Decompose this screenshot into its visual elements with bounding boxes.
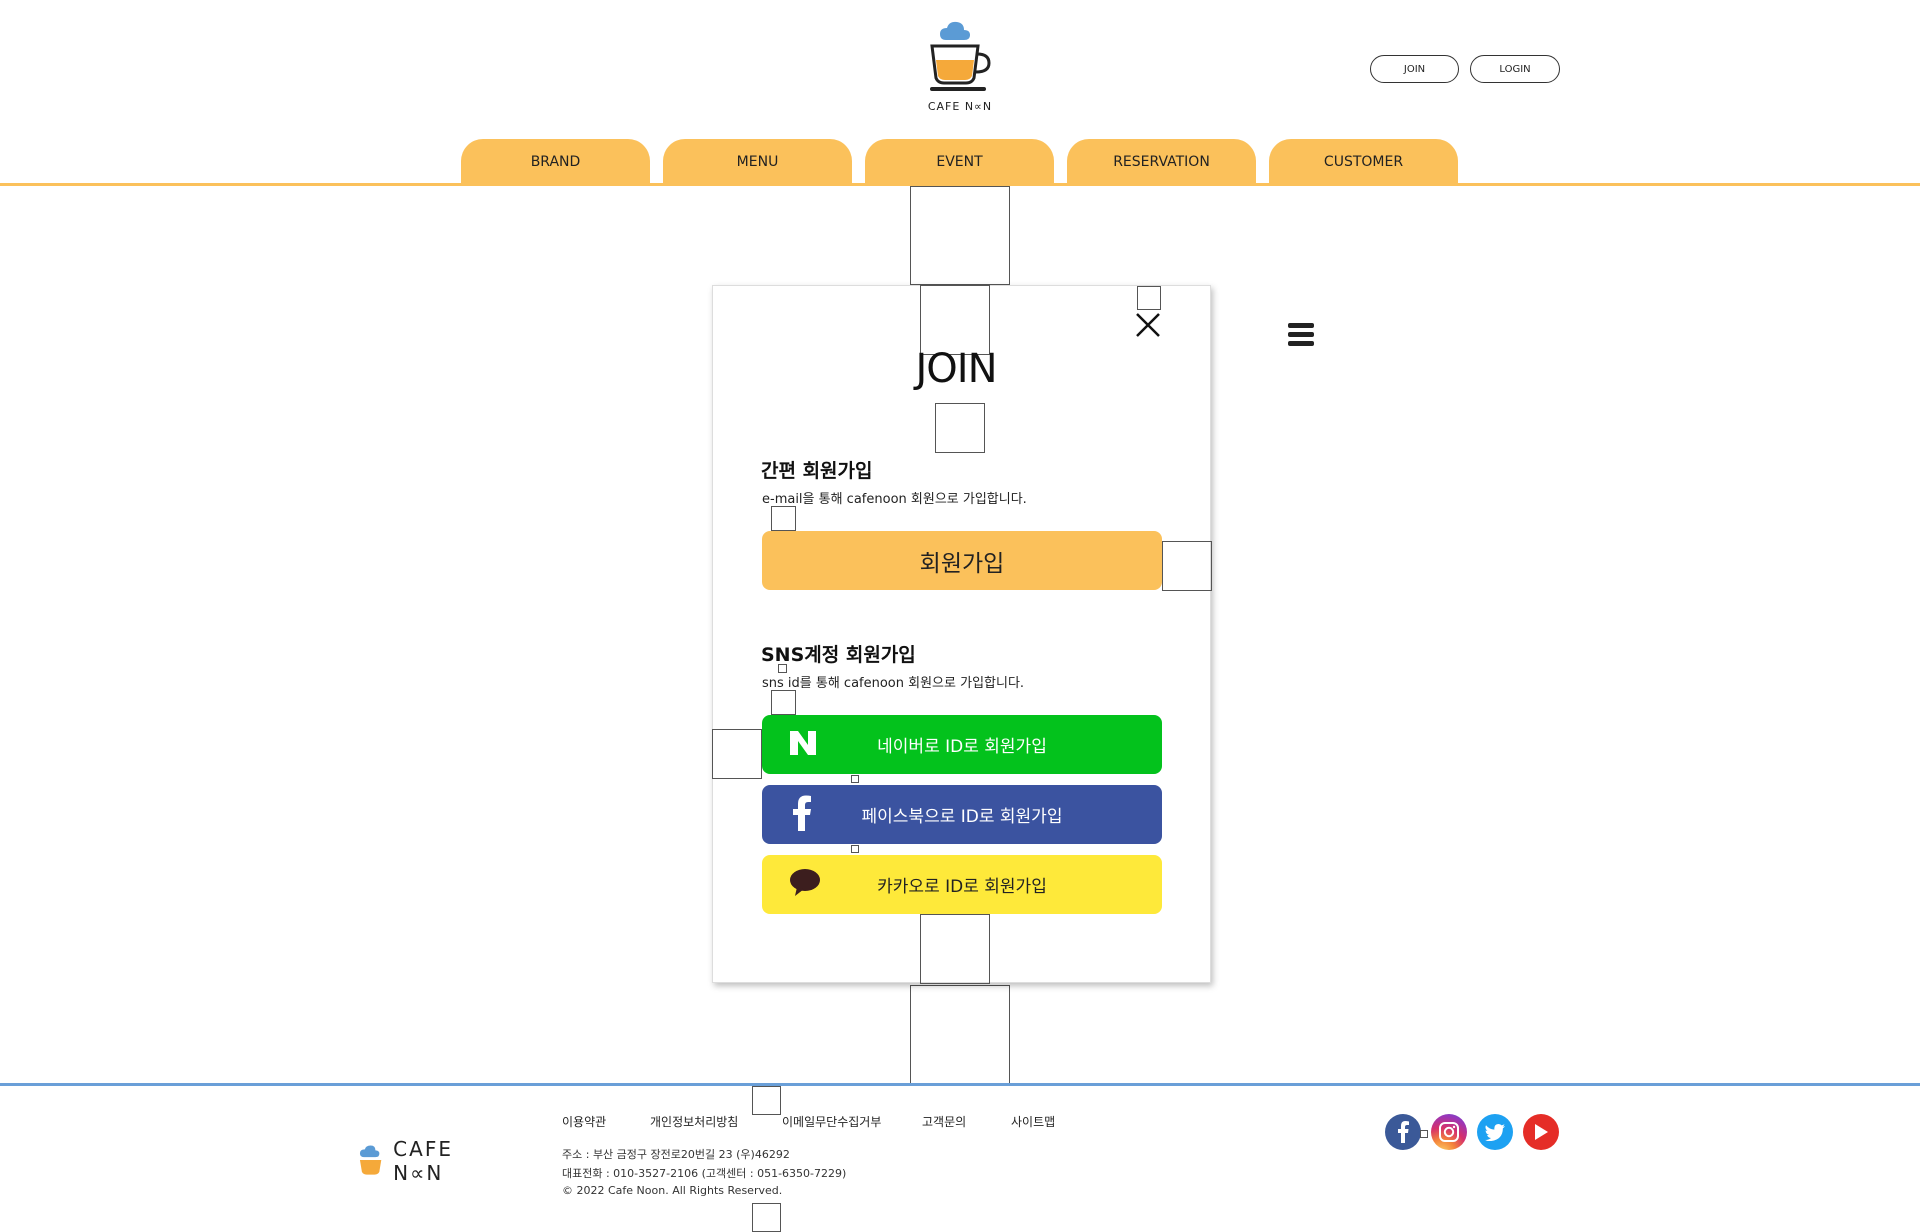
footer-logo[interactable]: CAFE N∝N: [358, 1137, 508, 1185]
join-button[interactable]: JOIN: [1370, 55, 1459, 83]
empty-placeholder-box: [1420, 1130, 1428, 1138]
simple-join-title: 간편 회원가입: [761, 460, 873, 482]
kakao-join-label: 카카오로 ID로 회원가입: [877, 877, 1047, 897]
empty-placeholder-box: [920, 914, 990, 984]
coffee-cup-cloud-icon: [930, 21, 991, 91]
site-logo[interactable]: CAFE N∝N: [920, 20, 1000, 120]
empty-placeholder-box: [910, 985, 1010, 1084]
youtube-icon[interactable]: [1523, 1114, 1559, 1150]
empty-placeholder-box: [851, 775, 859, 783]
empty-placeholder-box: [712, 729, 762, 779]
empty-placeholder-box: [771, 506, 796, 531]
email-join-label: 회원가입: [919, 550, 1005, 577]
footer-link-email-refuse[interactable]: 이메일무단수집거부: [782, 1113, 881, 1130]
nav-tab-event[interactable]: EVENT: [865, 139, 1054, 184]
empty-placeholder-box: [752, 1086, 781, 1115]
sns-join-desc: sns id를 통해 cafenoon 회원으로 가입합니다.: [762, 676, 1025, 691]
simple-join-desc: e-mail을 통해 cafenoon 회원으로 가입합니다.: [762, 492, 1027, 507]
logo-text: CAFE N∝N: [927, 100, 993, 113]
facebook-join-button[interactable]: 페이스북으로 ID로 회원가입: [762, 785, 1162, 844]
nav-tab-menu[interactable]: MENU: [663, 139, 852, 184]
login-button[interactable]: LOGIN: [1470, 55, 1560, 83]
empty-placeholder-box: [935, 403, 985, 453]
footer-divider: [0, 1083, 1920, 1086]
facebook-icon[interactable]: [1385, 1114, 1421, 1150]
modal-title: JOIN: [915, 346, 998, 392]
email-join-button[interactable]: 회원가입: [762, 531, 1162, 590]
footer-copyright: © 2022 Cafe Noon. All Rights Reserved.: [562, 1184, 783, 1197]
nav-tab-customer[interactable]: CUSTOMER: [1269, 139, 1458, 184]
facebook-join-label: 페이스북으로 ID로 회원가입: [861, 807, 1063, 827]
empty-placeholder-box: [920, 285, 990, 355]
hamburger-menu-icon[interactable]: [1288, 322, 1314, 348]
empty-placeholder-box: [851, 845, 859, 853]
footer-logo-text: CAFE N∝N: [393, 1137, 453, 1185]
sns-join-title: SNS계정 회원가입: [761, 644, 916, 666]
cup-cloud-icon: [359, 1145, 382, 1175]
empty-placeholder-box: [771, 690, 796, 715]
instagram-icon[interactable]: [1431, 1114, 1467, 1150]
nav-tab-reservation[interactable]: RESERVATION: [1067, 139, 1256, 184]
footer-phone: 대표전화 : 010-3527-2106 (고객센터 : 051-6350-72…: [562, 1167, 847, 1180]
footer-link-inquiry[interactable]: 고객문의: [922, 1113, 966, 1130]
empty-placeholder-box: [1137, 286, 1161, 310]
empty-placeholder-box: [1162, 541, 1212, 591]
empty-placeholder-box: [910, 186, 1010, 285]
footer-link-sitemap[interactable]: 사이트맵: [1011, 1113, 1055, 1130]
footer-address: 주소 : 부산 금정구 장전로20번길 23 (우)46292: [562, 1148, 790, 1161]
nav-tab-brand[interactable]: BRAND: [461, 139, 650, 184]
empty-placeholder-box: [752, 1203, 781, 1232]
naver-join-button[interactable]: 네이버로 ID로 회원가입: [762, 715, 1162, 774]
naver-join-label: 네이버로 ID로 회원가입: [877, 737, 1047, 757]
kakao-join-button[interactable]: 카카오로 ID로 회원가입: [762, 855, 1162, 914]
footer-link-privacy[interactable]: 개인정보처리방침: [650, 1113, 738, 1130]
footer-link-terms[interactable]: 이용약관: [562, 1113, 606, 1130]
close-icon[interactable]: [1133, 310, 1163, 340]
twitter-icon[interactable]: [1477, 1114, 1513, 1150]
